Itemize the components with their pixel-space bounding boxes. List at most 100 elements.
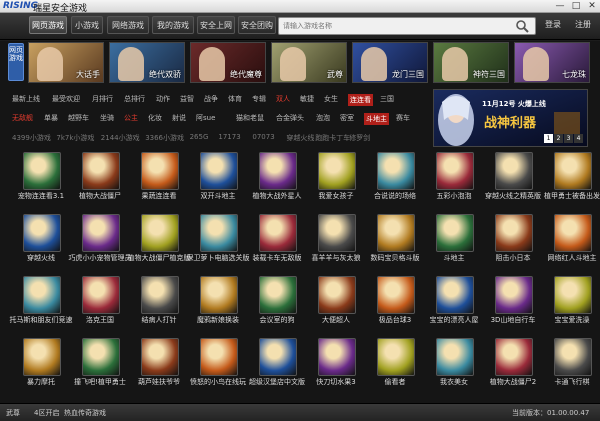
- game-tile[interactable]: 极品台球3: [362, 276, 428, 338]
- game-title[interactable]: 撞飞吧!植甲勇士: [67, 378, 133, 387]
- status-item-1[interactable]: 武尊: [6, 408, 20, 418]
- game-tile[interactable]: 五彩小泡泡: [421, 152, 487, 214]
- featured-game[interactable]: 大话手: [28, 42, 104, 83]
- banner-page-1[interactable]: 1: [544, 134, 553, 143]
- tab-web-games[interactable]: 网页游戏: [29, 16, 67, 34]
- featured-game[interactable]: 武尊: [271, 42, 347, 83]
- category-link[interactable]: 连连看: [348, 94, 373, 106]
- game-tile[interactable]: 葫芦娃扶爷爷: [126, 338, 192, 400]
- category-link[interactable]: 猫和老鼠: [236, 113, 264, 123]
- game-tile[interactable]: 撞飞吧!植甲勇士: [67, 338, 133, 400]
- game-tile[interactable]: 喜羊羊与灰太狼: [303, 214, 369, 276]
- game-title[interactable]: 愤怒的小鸟在线玩: [185, 378, 251, 387]
- game-thumbnail[interactable]: [377, 276, 415, 314]
- banner-page-4[interactable]: 4: [574, 134, 583, 143]
- game-title[interactable]: 洛克王国: [67, 316, 133, 325]
- featured-game[interactable]: 七龙珠: [514, 42, 590, 83]
- category-link[interactable]: 月排行: [92, 94, 113, 104]
- game-title[interactable]: 巧虎小小宠物管理员: [67, 254, 133, 263]
- game-thumbnail[interactable]: [554, 214, 592, 252]
- game-title[interactable]: 植物大战僵尸: [67, 192, 133, 201]
- game-thumbnail[interactable]: [23, 214, 61, 252]
- game-title[interactable]: 穿越火线: [8, 254, 74, 263]
- category-link[interactable]: 敏捷: [300, 94, 314, 104]
- game-tile[interactable]: 偷看者: [362, 338, 428, 400]
- game-title[interactable]: 葫芦娃扶爷爷: [126, 378, 192, 387]
- game-tile[interactable]: 穿越火线之精英版: [480, 152, 546, 214]
- game-title[interactable]: 3D山地自行车: [480, 316, 546, 325]
- category-link[interactable]: 体育: [228, 94, 242, 104]
- game-title[interactable]: 极品台球3: [362, 316, 428, 325]
- game-thumbnail[interactable]: [495, 152, 533, 190]
- source-link[interactable]: 穿越火线: [286, 133, 314, 143]
- game-tile[interactable]: 3D山地自行车: [480, 276, 546, 338]
- game-title[interactable]: 植甲勇士被备出发: [539, 192, 600, 201]
- game-title[interactable]: 宝宝的漂亮人屋: [421, 316, 487, 325]
- source-link[interactable]: 跑跑卡丁车: [315, 133, 350, 143]
- game-title[interactable]: 暴力摩托: [8, 378, 74, 387]
- game-tile[interactable]: 数码宝贝格斗版: [362, 214, 428, 276]
- game-title[interactable]: 斗地主: [421, 254, 487, 263]
- game-tile[interactable]: 穿越火线: [8, 214, 74, 276]
- category-link[interactable]: 无敌舰: [12, 113, 33, 123]
- game-title[interactable]: 我爱女孩子: [303, 192, 369, 201]
- game-title[interactable]: 五彩小泡泡: [421, 192, 487, 201]
- game-tile[interactable]: 托马斯和朋友们竞速: [8, 276, 74, 338]
- game-thumbnail[interactable]: [82, 214, 120, 252]
- category-link[interactable]: 最新上线: [12, 94, 40, 104]
- game-thumbnail[interactable]: [377, 338, 415, 376]
- category-link[interactable]: 密室: [340, 113, 354, 123]
- game-tile[interactable]: 会议室的狗: [244, 276, 310, 338]
- game-title[interactable]: 我衣美女: [421, 378, 487, 387]
- tab-safe-browsing[interactable]: 安全上网: [197, 16, 235, 34]
- category-link[interactable]: 益智: [180, 94, 194, 104]
- game-tile[interactable]: 暴力摩托: [8, 338, 74, 400]
- game-title[interactable]: 植物大战外星人: [244, 192, 310, 201]
- game-thumbnail[interactable]: [82, 276, 120, 314]
- banner-page-3[interactable]: 3: [564, 134, 573, 143]
- game-title[interactable]: 会议室的狗: [244, 316, 310, 325]
- game-tile[interactable]: 宝宝爱洗澡: [539, 276, 600, 338]
- game-thumbnail[interactable]: [141, 152, 179, 190]
- category-link[interactable]: 斗地主: [364, 113, 389, 125]
- search-icon[interactable]: [515, 19, 529, 33]
- category-link[interactable]: 最受欢迎: [52, 94, 80, 104]
- game-thumbnail[interactable]: [82, 338, 120, 376]
- game-tile[interactable]: 宠物连连看3.1: [8, 152, 74, 214]
- game-title[interactable]: 魔鸦新娘换装: [185, 316, 251, 325]
- game-tile[interactable]: 我衣美女: [421, 338, 487, 400]
- game-thumbnail[interactable]: [436, 276, 474, 314]
- register-button[interactable]: 注册: [568, 16, 598, 34]
- minimize-icon[interactable]: —: [552, 0, 568, 12]
- featured-game[interactable]: 龙门三国: [352, 42, 428, 83]
- game-tile[interactable]: 巧虎小小宠物管理员: [67, 214, 133, 276]
- status-item-2[interactable]: 4区开启: [34, 408, 59, 418]
- game-title[interactable]: 快刀切水果3: [303, 378, 369, 387]
- tab-group-buy[interactable]: 安全团购: [238, 16, 276, 34]
- maximize-icon[interactable]: □: [568, 0, 584, 12]
- game-tile[interactable]: 双开斗地主: [185, 152, 251, 214]
- game-thumbnail[interactable]: [200, 214, 238, 252]
- game-tile[interactable]: 结病人打针: [126, 276, 192, 338]
- game-thumbnail[interactable]: [377, 152, 415, 190]
- game-title[interactable]: 宠物连连看3.1: [8, 192, 74, 201]
- game-tile[interactable]: 愤怒的小鸟在线玩: [185, 338, 251, 400]
- banner-page-2[interactable]: 2: [554, 134, 563, 143]
- game-title[interactable]: 大便超人: [303, 316, 369, 325]
- source-link[interactable]: 265G: [190, 133, 209, 141]
- category-link[interactable]: 泡泡: [316, 113, 330, 123]
- game-thumbnail[interactable]: [436, 214, 474, 252]
- game-title[interactable]: 植物大战僵尸植克版: [126, 254, 192, 263]
- category-link[interactable]: 赛车: [396, 113, 410, 123]
- game-thumbnail[interactable]: [436, 338, 474, 376]
- category-link[interactable]: 阿sue: [196, 113, 215, 123]
- category-link[interactable]: 双人: [276, 94, 290, 104]
- game-thumbnail[interactable]: [554, 152, 592, 190]
- category-link[interactable]: 合金弹头: [276, 113, 304, 123]
- game-title[interactable]: 结病人打针: [126, 316, 192, 325]
- game-tile[interactable]: 网络红人斗地主: [539, 214, 600, 276]
- game-tile[interactable]: 植甲勇士被备出发: [539, 152, 600, 214]
- game-thumbnail[interactable]: [259, 338, 297, 376]
- side-tab-web-games[interactable]: 网页游戏: [8, 43, 24, 81]
- game-tile[interactable]: 斗地主: [421, 214, 487, 276]
